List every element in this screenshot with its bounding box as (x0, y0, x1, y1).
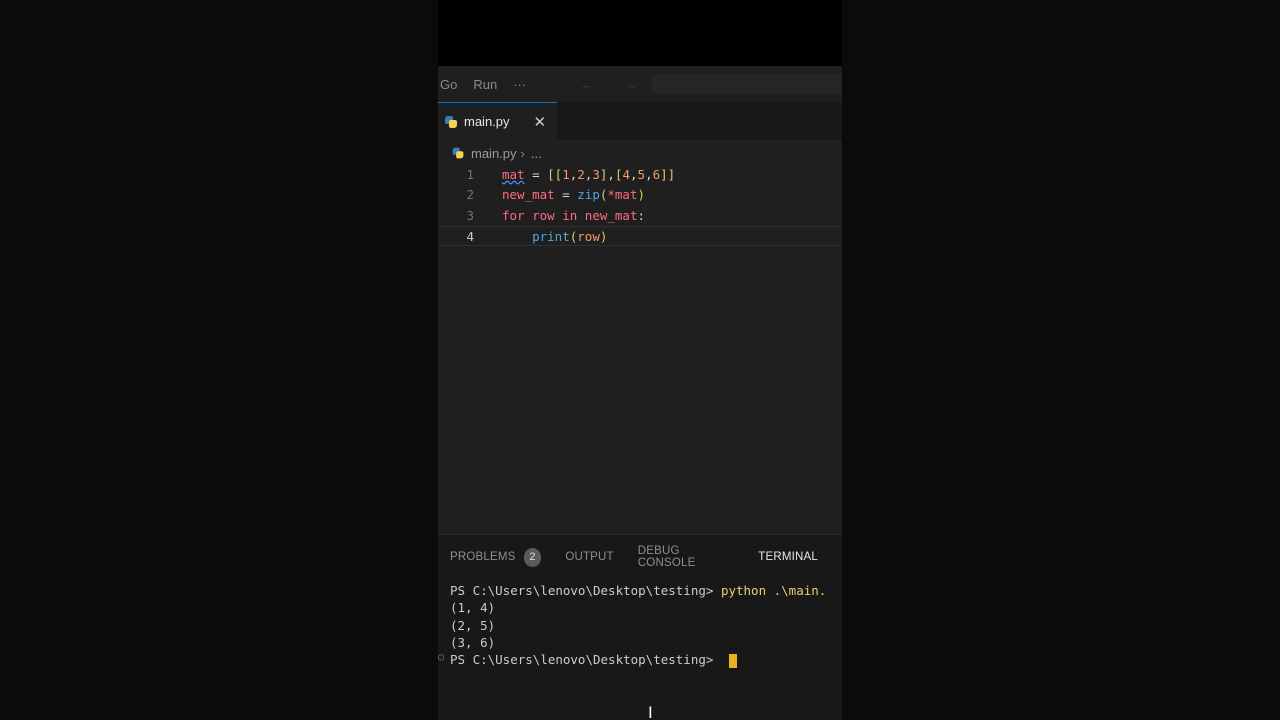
code-lines: 1 mat = [[1,2,3],[4,5,6]] 2 new_mat = zi… (438, 164, 842, 247)
letterbox-left (0, 0, 438, 720)
text-cursor-icon: I (648, 703, 653, 720)
tab-problems[interactable]: PROBLEMS (450, 551, 516, 563)
code-editor[interactable]: main.py › ... 1 mat = [[1,2,3],[4,5,6]] … (438, 140, 842, 534)
bottom-panel: PROBLEMS 2 OUTPUT DEBUG CONSOLE TERMINAL… (438, 534, 842, 720)
close-icon[interactable]: ✕ (534, 113, 547, 131)
terminal-prompt-line: ○ PS C:\Users\lenovo\Desktop\testing> (438, 652, 826, 669)
terminal-line: PS C:\Users\lenovo\Desktop\testing> pyth… (450, 583, 827, 598)
code-line: 3 for row in new_mat: (438, 205, 842, 226)
letterbox-right (842, 0, 1280, 720)
tab-terminal[interactable]: TERMINAL (758, 551, 818, 563)
tab-main-py[interactable]: main.py ✕ (438, 102, 557, 140)
python-file-icon (445, 115, 457, 128)
python-file-icon (452, 147, 464, 159)
problems-count-badge: 2 (523, 547, 542, 567)
line-number: 1 (466, 166, 474, 182)
code-line: 1 mat = [[1,2,3],[4,5,6]] (438, 164, 842, 185)
tab-debug-console[interactable]: DEBUG CONSOLE (638, 545, 734, 569)
menu-go[interactable]: Go (440, 77, 457, 92)
chevron-right-icon: › (520, 145, 525, 161)
terminal-line: (1, 4) (450, 600, 496, 616)
breadcrumb-more[interactable]: ... (531, 146, 542, 161)
tab-label: main.py (464, 114, 510, 129)
menu-run[interactable]: Run (473, 77, 497, 92)
vscode-window: Go Run ··· ← → main.py ✕ main.py › ... 1… (438, 0, 842, 720)
line-number: 2 (466, 187, 474, 203)
terminal-line: (2, 5) (450, 617, 496, 633)
line-number: 3 (466, 207, 474, 223)
line-number: 4 (466, 228, 474, 244)
terminal-cursor (728, 653, 737, 668)
breadcrumb: main.py › ... (452, 144, 542, 162)
panel-tabs: PROBLEMS 2 OUTPUT DEBUG CONSOLE TERMINAL (450, 545, 842, 569)
title-bar: Go Run ··· ← → (438, 66, 842, 102)
line-source: for row in new_mat: (502, 207, 646, 223)
terminal-command: python .\main. (720, 583, 827, 598)
breadcrumb-file[interactable]: main.py (471, 146, 517, 161)
line-source: print(row) (532, 228, 608, 244)
line-source: new_mat = zip(*mat) (502, 187, 646, 203)
code-line: 2 new_mat = zip(*mat) (438, 185, 842, 206)
tab-output[interactable]: OUTPUT (565, 551, 613, 563)
menu-more-icon[interactable]: ··· (513, 77, 526, 92)
terminal-line: (3, 6) (450, 634, 496, 650)
editor-tab-bar: main.py ✕ (438, 102, 842, 140)
terminal-output[interactable]: PS C:\Users\lenovo\Desktop\testing> pyth… (438, 583, 827, 720)
command-status-icon: ○ (438, 652, 445, 664)
command-center-search[interactable] (652, 74, 842, 94)
code-line-current: 4 print(row) (438, 225, 842, 247)
nav-back-forward-icons[interactable]: ← → (580, 77, 652, 92)
line-source: mat = [[1,2,3],[4,5,6]] (502, 166, 676, 182)
